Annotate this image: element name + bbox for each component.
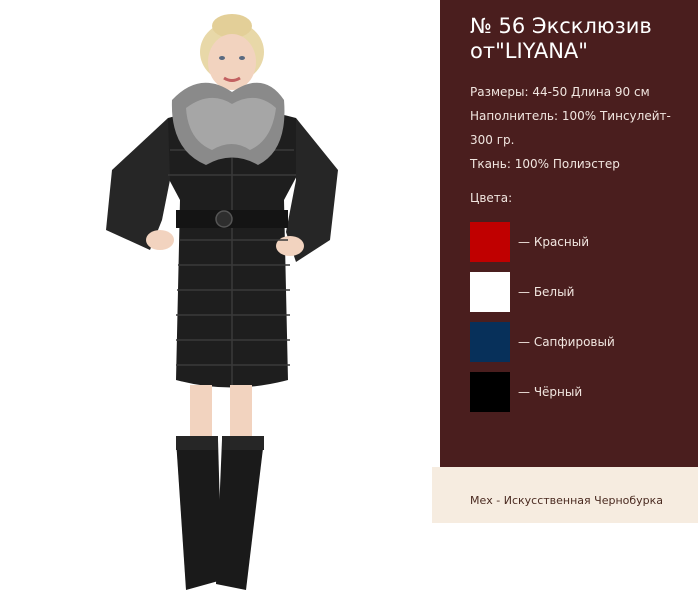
product-photo (0, 0, 440, 594)
product-info-panel: № 56 Эксклюзив от"LIYANA" Размеры: 44-50… (440, 0, 698, 467)
model-in-coat-illustration (106, 14, 338, 590)
color-label: — Чёрный (518, 385, 583, 399)
product-specs: Размеры: 44-50 Длина 90 см Наполнитель: … (470, 80, 692, 176)
spec-filling: Наполнитель: 100% Тинсулейт- 300 гр. (470, 109, 671, 147)
fur-note-bar: Мех - Искусственная Чернобурка (432, 467, 698, 523)
colors-heading: Цвета: (470, 191, 513, 205)
color-swatch (470, 272, 510, 312)
color-label: — Красный (518, 235, 590, 249)
color-label: — Белый (518, 285, 575, 299)
color-swatch (470, 322, 510, 362)
color-option-sapphire[interactable]: — Сапфировый (470, 322, 615, 362)
color-swatch (470, 222, 510, 262)
color-swatch (470, 372, 510, 412)
spec-fabric: Ткань: 100% Полиэстер (470, 157, 620, 171)
fur-note: Мех - Искусственная Чернобурка (470, 494, 664, 507)
color-option-white[interactable]: — Белый (470, 272, 574, 312)
color-option-black[interactable]: — Чёрный (470, 372, 582, 412)
color-label: — Сапфировый (518, 335, 615, 349)
product-title: № 56 Эксклюзив от"LIYANA" (470, 14, 652, 63)
spec-sizes: Размеры: 44-50 Длина 90 см (470, 85, 650, 99)
color-option-red[interactable]: — Красный (470, 222, 589, 262)
